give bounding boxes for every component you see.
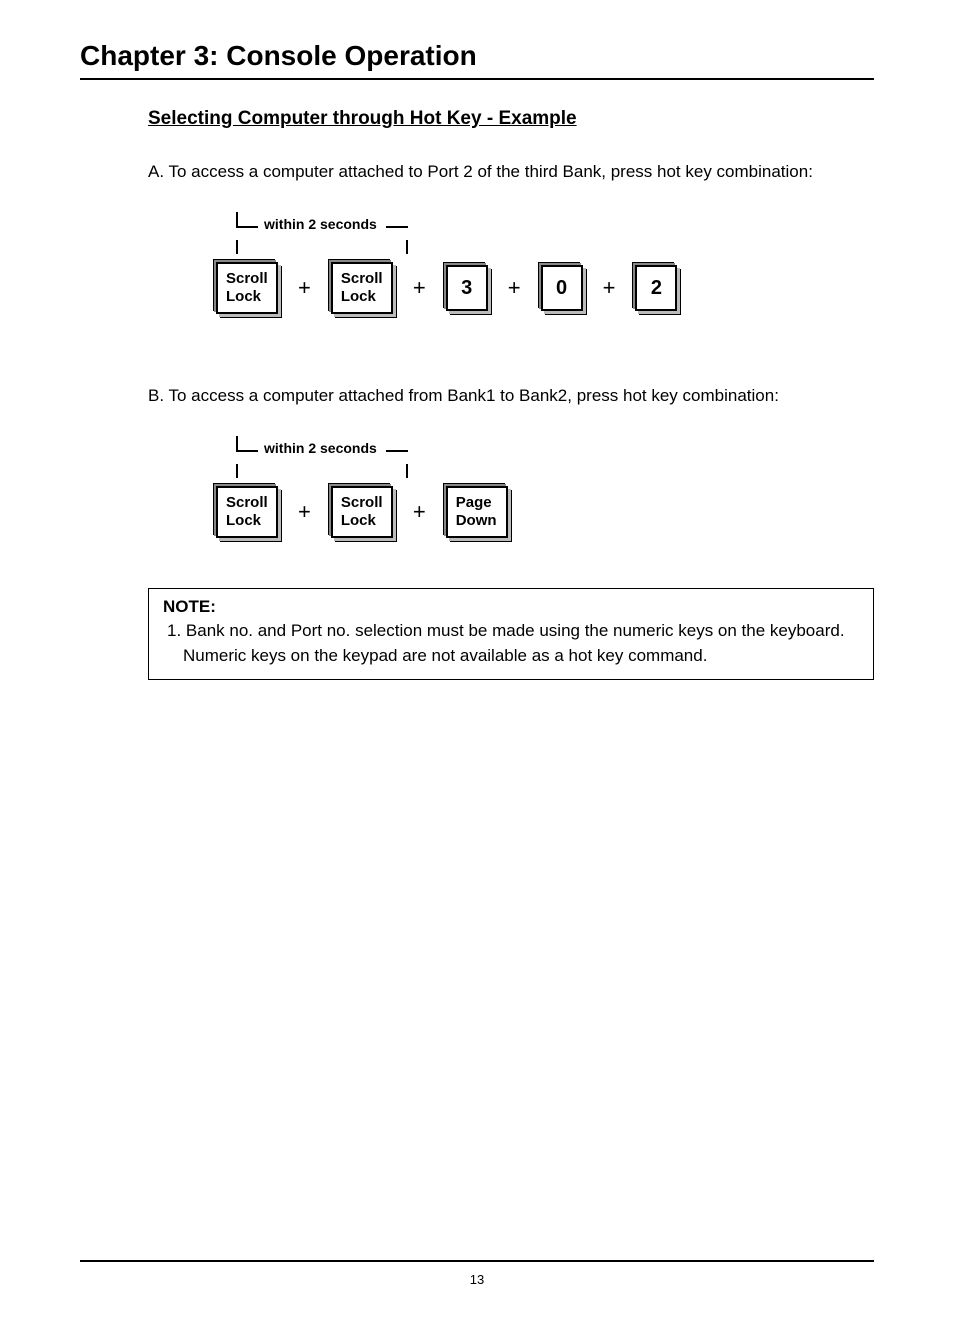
plus-icon: + (296, 499, 313, 525)
note-line-1: 1. Bank no. and Port no. selection must … (163, 619, 859, 644)
example-b-text: B. To access a computer attached from Ba… (148, 384, 874, 408)
example-a-text: A. To access a computer attached to Port… (148, 160, 874, 184)
bracket-label-a: within 2 seconds (264, 216, 377, 232)
plus-icon: + (411, 499, 428, 525)
note-line-2: Numeric keys on the keypad are not avail… (163, 644, 859, 669)
plus-icon: + (296, 275, 313, 301)
key-scroll-lock: ScrollLock (331, 262, 393, 314)
key-0: 0 (541, 265, 583, 311)
key-scroll-lock: ScrollLock (331, 486, 393, 538)
plus-icon: + (506, 275, 523, 301)
plus-icon: + (411, 275, 428, 301)
key-scroll-lock: ScrollLock (216, 486, 278, 538)
key-3: 3 (446, 265, 488, 311)
page-footer: 13 (80, 1260, 874, 1287)
key-scroll-lock: ScrollLock (216, 262, 278, 314)
key-page-down: PageDown (446, 486, 508, 538)
section-title: Selecting Computer through Hot Key - Exa… (148, 108, 874, 130)
plus-icon: + (601, 275, 618, 301)
chapter-title: Chapter 3: Console Operation (80, 40, 874, 80)
key-diagram-a: within 2 seconds ScrollLock + ScrollLock… (216, 212, 874, 314)
key-2: 2 (635, 265, 677, 311)
note-box: NOTE: 1. Bank no. and Port no. selection… (148, 588, 874, 680)
bracket-label-b: within 2 seconds (264, 440, 377, 456)
note-title: NOTE: (163, 595, 859, 620)
key-diagram-b: within 2 seconds ScrollLock + ScrollLock… (216, 436, 874, 538)
page-number: 13 (470, 1272, 484, 1287)
